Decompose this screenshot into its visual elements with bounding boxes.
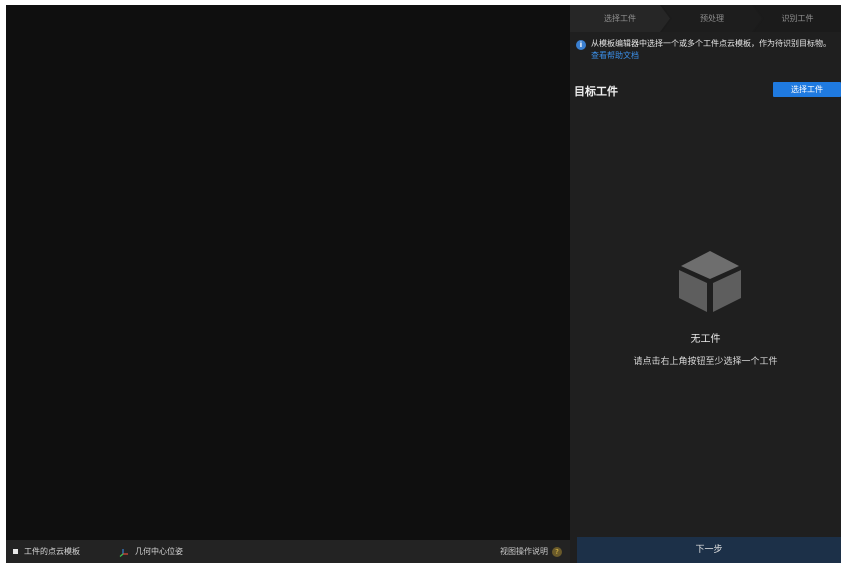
question-icon[interactable]: ?: [552, 546, 562, 557]
app-window: 工件的点云模板 几何中心位姿 视图操作说明 ? 选择工件 预处理 识别工件 i …: [0, 0, 841, 563]
info-message: i 从模板编辑器中选择一个或多个工件点云模板，作为待识别目标物。 查看帮助文档: [576, 38, 838, 68]
empty-state-subtitle: 请点击右上角按钮至少选择一个工件: [633, 357, 778, 367]
3d-viewport[interactable]: [6, 5, 570, 540]
legend-pose-label: 几何中心位姿: [135, 547, 183, 556]
info-text: 从模板编辑器中选择一个或多个工件点云模板，作为待识别目标物。: [591, 39, 831, 48]
info-icon: i: [576, 40, 586, 50]
section-title: 目标工件: [574, 85, 618, 98]
legend-point-cloud[interactable]: 工件的点云模板: [13, 540, 80, 563]
square-icon: [13, 549, 18, 554]
step-select-workpiece[interactable]: 选择工件: [570, 5, 670, 32]
axis-icon: [119, 548, 128, 557]
right-panel: 选择工件 预处理 识别工件 i 从模板编辑器中选择一个或多个工件点云模板，作为待…: [570, 5, 841, 563]
step-label: 预处理: [700, 14, 724, 23]
info-text-block: 从模板编辑器中选择一个或多个工件点云模板，作为待识别目标物。 查看帮助文档: [591, 38, 841, 62]
view-operation-help[interactable]: 视图操作说明 ?: [500, 540, 562, 563]
next-step-button[interactable]: 下一步: [577, 537, 841, 563]
help-doc-link[interactable]: 查看帮助文档: [591, 51, 639, 60]
viewport-status-bar: 工件的点云模板 几何中心位姿 视图操作说明 ?: [6, 540, 570, 563]
step-recognize-workpiece[interactable]: 识别工件: [754, 5, 841, 32]
empty-state-title: 无工件: [690, 334, 721, 345]
legend-point-cloud-label: 工件的点云模板: [24, 547, 80, 556]
cube-icon: [679, 251, 741, 312]
view-help-label: 视图操作说明: [500, 547, 548, 556]
legend-geometric-center-pose[interactable]: 几何中心位姿: [119, 540, 183, 563]
step-label: 选择工件: [604, 14, 636, 23]
step-preprocess[interactable]: 预处理: [662, 5, 762, 32]
step-label: 识别工件: [781, 14, 814, 23]
select-workpiece-button[interactable]: 选择工件: [773, 82, 841, 97]
step-navigation: 选择工件 预处理 识别工件: [570, 5, 841, 32]
